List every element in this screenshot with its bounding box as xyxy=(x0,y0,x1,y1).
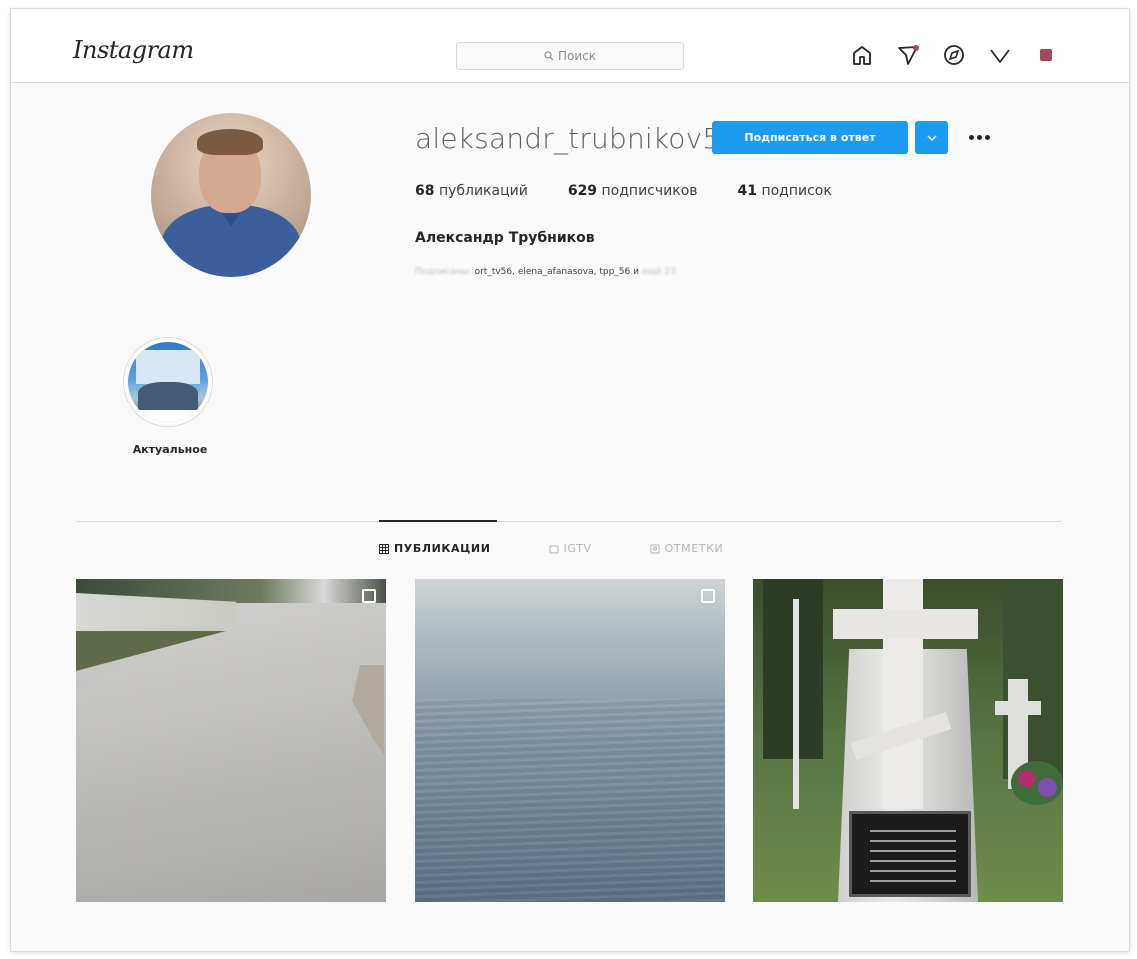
search-placeholder: Поиск xyxy=(557,49,596,63)
tab-igtv[interactable]: IGTV xyxy=(549,542,592,555)
direct-icon xyxy=(898,45,919,65)
more-options-button[interactable] xyxy=(964,127,994,147)
story-highlight-label: Актуальное xyxy=(132,443,208,456)
highlight-cover xyxy=(128,342,208,422)
direct-button[interactable] xyxy=(895,42,921,68)
profile-avatar[interactable] xyxy=(151,113,311,277)
activity-icon xyxy=(990,49,1010,63)
tag-icon xyxy=(650,544,660,553)
post-thumbnail-sea[interactable] xyxy=(415,579,725,902)
tab-tagged[interactable]: ОТМЕТКИ xyxy=(650,542,724,555)
followed-by-text[interactable]: Подписаны: ort_tv56, elena_afanasova, tp… xyxy=(415,267,676,277)
explore-button[interactable] xyxy=(941,42,967,68)
profile-username: aleksandr_trubnikov56 xyxy=(415,122,739,155)
post-thumbnail-road[interactable] xyxy=(76,579,386,902)
instagram-logo[interactable]: Instagram xyxy=(73,36,194,64)
more-dot-icon xyxy=(984,134,990,140)
carousel-icon xyxy=(362,589,376,603)
suggestions-dropdown-button[interactable] xyxy=(915,121,948,154)
profile-stats: 68 публикаций 629 подписчиков 41 подписо… xyxy=(415,183,832,199)
following-stat[interactable]: 41 подписок xyxy=(738,183,832,199)
home-button[interactable] xyxy=(849,42,875,68)
story-highlight[interactable] xyxy=(123,337,213,427)
follow-back-button[interactable]: Подписаться в ответ xyxy=(712,121,908,154)
tab-posts[interactable]: ПУБЛИКАЦИИ xyxy=(379,542,491,555)
activity-button[interactable] xyxy=(987,42,1013,68)
carousel-icon xyxy=(701,589,715,603)
more-dot-icon xyxy=(968,134,974,140)
post-thumbnail-monument[interactable] xyxy=(753,579,1063,902)
instagram-window: Instagram Поиск aleksandr_trubnikov56 По… xyxy=(10,8,1130,952)
home-icon xyxy=(853,46,871,65)
more-dot-icon xyxy=(976,134,982,140)
profile-icon xyxy=(1040,49,1052,61)
profile-button[interactable] xyxy=(1033,42,1059,68)
chevron-down-icon xyxy=(926,134,937,141)
search-icon xyxy=(544,51,554,61)
active-tab-indicator xyxy=(379,520,497,522)
posts-stat: 68 публикаций xyxy=(415,183,528,199)
memorial-plaque xyxy=(849,811,971,897)
igtv-icon xyxy=(549,545,559,553)
top-nav: Instagram Поиск xyxy=(11,9,1129,83)
profile-full-name: Александр Трубников xyxy=(415,230,595,246)
explore-icon xyxy=(944,45,964,65)
nav-icons xyxy=(849,42,1059,68)
followers-stat[interactable]: 629 подписчиков xyxy=(568,183,698,199)
tabs-divider xyxy=(76,521,1061,522)
profile-tabs: ПУБЛИКАЦИИ IGTV ОТМЕТКИ xyxy=(379,542,723,555)
grid-icon xyxy=(379,543,389,554)
search-input[interactable]: Поиск xyxy=(456,42,684,70)
